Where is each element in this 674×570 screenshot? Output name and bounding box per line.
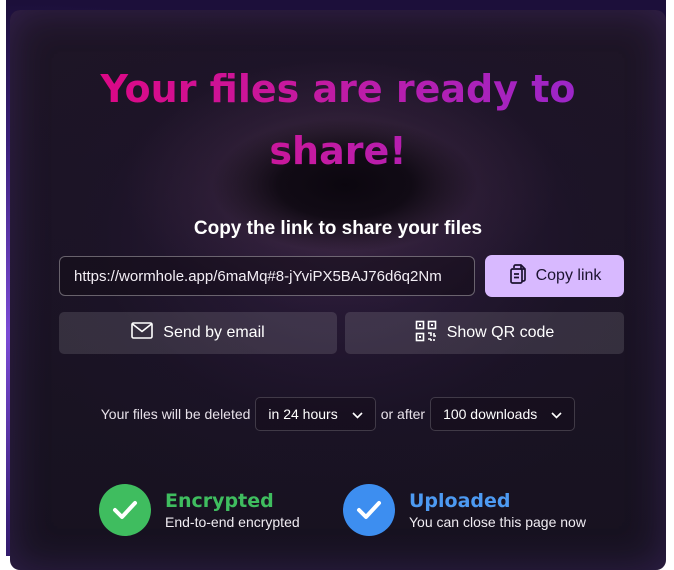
uploaded-status: Uploaded You can close this page now: [343, 484, 586, 536]
copy-link-label: Copy link: [535, 267, 602, 284]
expiry-prefix: Your files will be deleted: [100, 406, 251, 422]
title-line-2: share!: [269, 129, 407, 173]
check-icon: [343, 484, 395, 536]
send-email-label: Send by email: [163, 324, 265, 341]
uploaded-title: Uploaded: [409, 490, 511, 512]
show-qr-button[interactable]: Show QR code: [345, 312, 624, 354]
share-link-input[interactable]: [59, 256, 475, 296]
window-edge: [666, 0, 674, 556]
mail-icon: [131, 322, 154, 344]
expiry-time-select[interactable]: in 24 hours: [255, 397, 376, 431]
expiry-downloads-select[interactable]: 100 downloads: [430, 397, 576, 431]
send-email-button[interactable]: Send by email: [59, 312, 337, 354]
check-icon: [99, 484, 151, 536]
encrypted-title: Encrypted: [165, 490, 274, 512]
expiry-middle: or after: [380, 406, 426, 422]
uploaded-subtitle: You can close this page now: [409, 514, 586, 530]
expiry-time-value: in 24 hours: [268, 406, 338, 422]
encrypted-subtitle: End-to-end encrypted: [165, 514, 300, 530]
encrypted-status: Encrypted End-to-end encrypted: [99, 484, 300, 536]
page-title: Your files are ready to share!: [10, 58, 666, 182]
expiry-downloads-value: 100 downloads: [443, 406, 538, 422]
share-card: Your files are ready to share! Copy the …: [10, 10, 666, 570]
expiry-row: Your files will be deleted in 24 hours o…: [10, 396, 666, 432]
share-subtitle: Copy the link to share your files: [193, 218, 483, 239]
copy-link-button[interactable]: Copy link: [485, 255, 624, 297]
chevron-down-icon: [551, 406, 562, 422]
show-qr-label: Show QR code: [446, 324, 555, 341]
chevron-down-icon: [352, 406, 363, 422]
qr-code-icon: [415, 320, 437, 347]
title-line-1: Your files are ready to: [100, 67, 576, 111]
copy-icon: [508, 263, 528, 290]
